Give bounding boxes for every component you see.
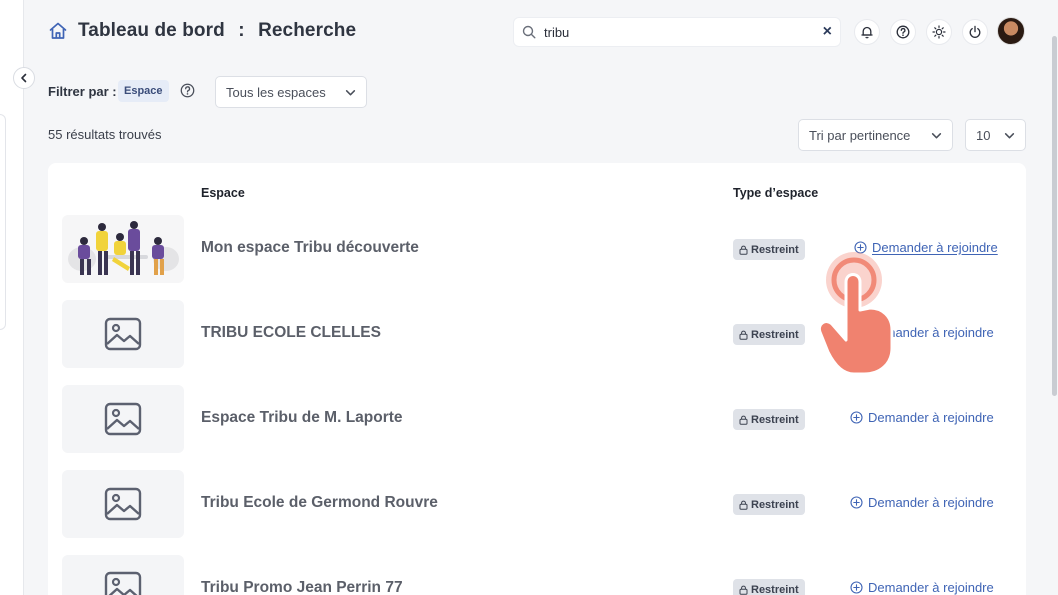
scope-select[interactable]: Tous les espaces	[215, 76, 367, 108]
space-thumbnail	[62, 300, 184, 368]
chevron-down-icon	[931, 132, 942, 138]
request-join-label: Demander à rejoindre	[868, 410, 994, 425]
request-join-label: Demander à rejoindre	[868, 325, 994, 340]
space-thumbnail	[62, 385, 184, 453]
space-name[interactable]: TRIBU ECOLE CLELLES	[201, 324, 381, 342]
left-rail-panel	[0, 114, 6, 330]
space-type-badge: Restreint	[733, 409, 805, 430]
space-name[interactable]: Tribu Promo Jean Perrin 77	[201, 579, 403, 595]
page-size-select[interactable]: 10	[965, 119, 1026, 151]
plus-circle-icon	[850, 326, 863, 339]
scope-select-value: Tous les espaces	[226, 84, 326, 100]
page-scrollbar[interactable]	[1052, 36, 1057, 396]
chevron-left-icon	[21, 73, 27, 83]
sidebar-collapse-button[interactable]	[13, 67, 35, 89]
logout-button[interactable]	[962, 19, 988, 45]
column-header-espace: Espace	[201, 186, 245, 200]
request-join-link[interactable]: Demander à rejoindre	[850, 495, 994, 510]
space-name[interactable]: Tribu Ecole de Germond Rouvre	[201, 494, 438, 512]
request-join-label: Demander à rejoindre	[872, 240, 998, 255]
team-illustration-icon	[62, 215, 184, 283]
request-join-link[interactable]: Demander à rejoindre	[850, 325, 994, 340]
search-icon	[522, 25, 536, 39]
space-type-label: Restreint	[751, 413, 799, 426]
plus-circle-icon	[854, 241, 867, 254]
table-row[interactable]: Tribu Ecole de Germond Rouvre Restreint …	[48, 470, 1026, 555]
table-row[interactable]: TRIBU ECOLE CLELLES Restreint Demander à…	[48, 300, 1026, 385]
plus-circle-icon	[850, 496, 863, 509]
page-title-sub: Recherche	[258, 20, 357, 41]
help-button[interactable]	[890, 19, 916, 45]
filter-label: Filtrer par :	[48, 84, 117, 99]
page-title: Tableau de bord : Recherche	[78, 20, 356, 42]
image-placeholder-icon	[104, 571, 142, 595]
space-type-label: Restreint	[751, 243, 799, 256]
chevron-down-icon	[345, 89, 356, 95]
space-type-label: Restreint	[751, 583, 799, 595]
table-row[interactable]: Mon espace Tribu découverte Restreint De…	[48, 215, 1026, 300]
space-type-label: Restreint	[751, 498, 799, 511]
clear-search-button[interactable]: ×	[823, 24, 832, 40]
notifications-button[interactable]	[854, 19, 880, 45]
power-icon	[969, 25, 981, 38]
theme-toggle-button[interactable]	[926, 19, 952, 45]
image-placeholder-icon	[104, 317, 142, 351]
space-name[interactable]: Mon espace Tribu découverte	[201, 239, 419, 257]
space-type-badge: Restreint	[733, 579, 805, 595]
space-type-label: Restreint	[751, 328, 799, 341]
lock-icon	[739, 585, 748, 595]
image-placeholder-icon	[104, 487, 142, 521]
bell-icon	[861, 26, 873, 39]
plus-circle-icon	[850, 581, 863, 594]
table-row[interactable]: Tribu Promo Jean Perrin 77 Restreint Dem…	[48, 555, 1026, 595]
lock-icon	[739, 330, 748, 340]
column-header-type: Type d’espace	[733, 186, 819, 200]
results-count: 55 résultats trouvés	[48, 127, 162, 142]
space-thumbnail	[62, 470, 184, 538]
lock-icon	[739, 245, 748, 255]
request-join-label: Demander à rejoindre	[868, 580, 994, 595]
page-size-select-value: 10	[976, 127, 991, 143]
plus-circle-icon	[850, 411, 863, 424]
sun-icon	[932, 25, 946, 39]
filter-chip-espace[interactable]: Espace	[118, 80, 169, 102]
space-name[interactable]: Espace Tribu de M. Laporte	[201, 409, 403, 427]
request-join-link[interactable]: Demander à rejoindre	[854, 240, 998, 255]
request-join-label: Demander à rejoindre	[868, 495, 994, 510]
sort-select[interactable]: Tri par pertinence	[798, 119, 953, 151]
filter-help-icon[interactable]	[180, 83, 195, 98]
space-thumbnail	[62, 555, 184, 595]
sort-select-value: Tri par pertinence	[809, 127, 911, 143]
page-title-separator: :	[238, 20, 245, 41]
lock-icon	[739, 500, 748, 510]
request-join-link[interactable]: Demander à rejoindre	[850, 410, 994, 425]
space-thumbnail	[62, 215, 184, 283]
search-bar[interactable]: ×	[513, 17, 841, 47]
search-input[interactable]	[544, 24, 823, 40]
space-type-badge: Restreint	[733, 239, 805, 260]
space-type-badge: Restreint	[733, 494, 805, 515]
lock-icon	[739, 415, 748, 425]
request-join-link[interactable]: Demander à rejoindre	[850, 580, 994, 595]
user-avatar[interactable]	[997, 17, 1025, 45]
chevron-down-icon	[1004, 132, 1015, 138]
image-placeholder-icon	[104, 402, 142, 436]
home-icon[interactable]	[48, 21, 68, 41]
help-icon	[896, 25, 910, 39]
page-title-main: Tableau de bord	[78, 20, 225, 41]
space-type-badge: Restreint	[733, 324, 805, 345]
table-row[interactable]: Espace Tribu de M. Laporte Restreint Dem…	[48, 385, 1026, 470]
